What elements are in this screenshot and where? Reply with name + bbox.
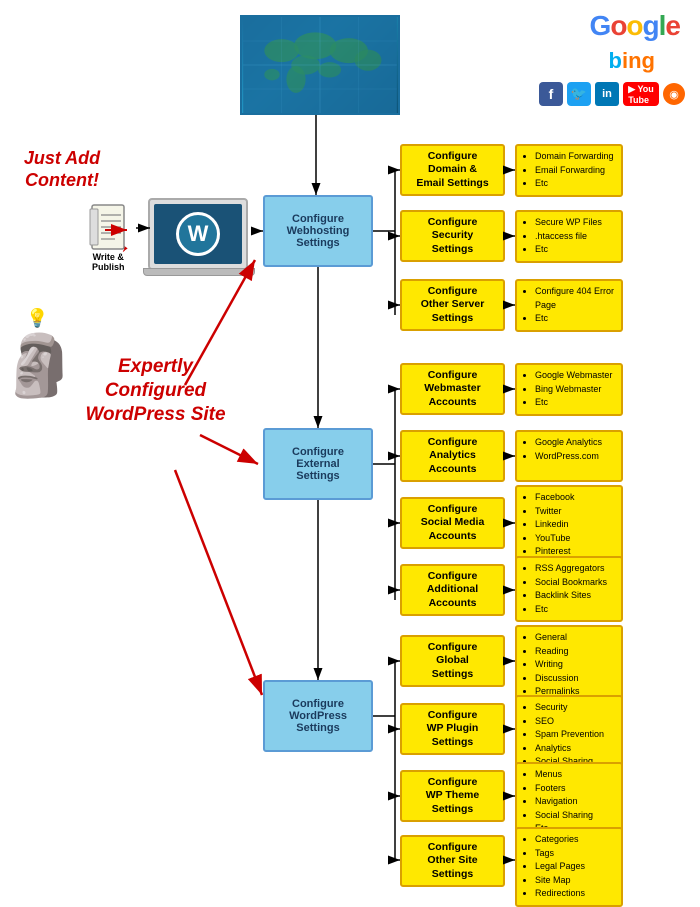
bullet-global: GeneralReadingWritingDiscussionPermalink… (515, 625, 623, 705)
write-publish-label: Write &Publish (92, 252, 125, 272)
external-settings-box: ConfigureExternalSettings (263, 428, 373, 500)
bullet-other-server: Configure 404 Error PageEtc (515, 279, 623, 332)
bullet-security: Secure WP Files.htaccess fileEtc (515, 210, 623, 263)
other-site-box: ConfigureOther SiteSettings (400, 835, 505, 887)
wp-screen: W (154, 204, 242, 264)
bullet-additional: RSS AggregatorsSocial BookmarksBacklink … (515, 556, 623, 622)
google-o1: o (610, 10, 626, 41)
other-server-box: ConfigureOther ServerSettings (400, 279, 505, 331)
twitter-icon: 🐦 (567, 82, 591, 106)
domain-email-box: ConfigureDomain &Email Settings (400, 144, 505, 196)
bullet-domain: Domain ForwardingEmail ForwardingEtc (515, 144, 623, 197)
laptop-base (143, 268, 255, 276)
google-g: G (590, 10, 611, 41)
security-box: ConfigureSecuritySettings (400, 210, 505, 262)
wp-laptop: W (148, 198, 248, 270)
google-e: e (665, 10, 680, 41)
expertly-text: ExpertlyConfiguredWordPress Site (48, 355, 263, 426)
notepad-icon (88, 203, 128, 251)
wp-theme-box: ConfigureWP ThemeSettings (400, 770, 505, 822)
world-map (240, 15, 400, 115)
social-media-box: ConfigureSocial MediaAccounts (400, 497, 505, 549)
bing-b: b (609, 48, 622, 73)
wp-plugin-box: ConfigureWP PluginSettings (400, 703, 505, 755)
just-add-label: Just Add Content! (12, 148, 112, 191)
page-container: Google bing f 🐦 in ▶ YouTube ◉ Just Add … (0, 0, 700, 873)
google-o2: o (626, 10, 642, 41)
webhosting-box: ConfigureWebhostingSettings (263, 195, 373, 267)
facebook-icon: f (539, 82, 563, 106)
social-icons-top: f 🐦 in ▶ YouTube ◉ (539, 82, 685, 106)
bullet-social: FacebookTwitterLinkedinYouTubePinterest (515, 485, 623, 565)
youtube-icon: ▶ YouTube (623, 82, 659, 106)
global-box: ConfigureGlobalSettings (400, 635, 505, 687)
linkedin-icon: in (595, 82, 619, 106)
bullet-other-site: CategoriesTagsLegal PagesSite MapRedirec… (515, 827, 623, 907)
additional-box: ConfigureAdditionalAccounts (400, 564, 505, 616)
bullet-webmaster: Google WebmasterBing WebmasterEtc (515, 363, 623, 416)
webmaster-box: ConfigureWebmasterAccounts (400, 363, 505, 415)
google-g2: g (643, 10, 659, 41)
google-logo: Google (590, 10, 680, 42)
bullet-analytics: Google AnalyticsWordPress.com (515, 430, 623, 482)
bing-logo: bing (609, 48, 655, 74)
wordpress-settings-box: ConfigureWordPressSettings (263, 680, 373, 752)
wp-logo: W (176, 212, 220, 256)
rss-icon: ◉ (663, 83, 685, 105)
analytics-box: ConfigureAnalyticsAccounts (400, 430, 505, 482)
bing-ing: ing (622, 48, 655, 73)
lightbulb-icon: 💡 (26, 308, 48, 329)
